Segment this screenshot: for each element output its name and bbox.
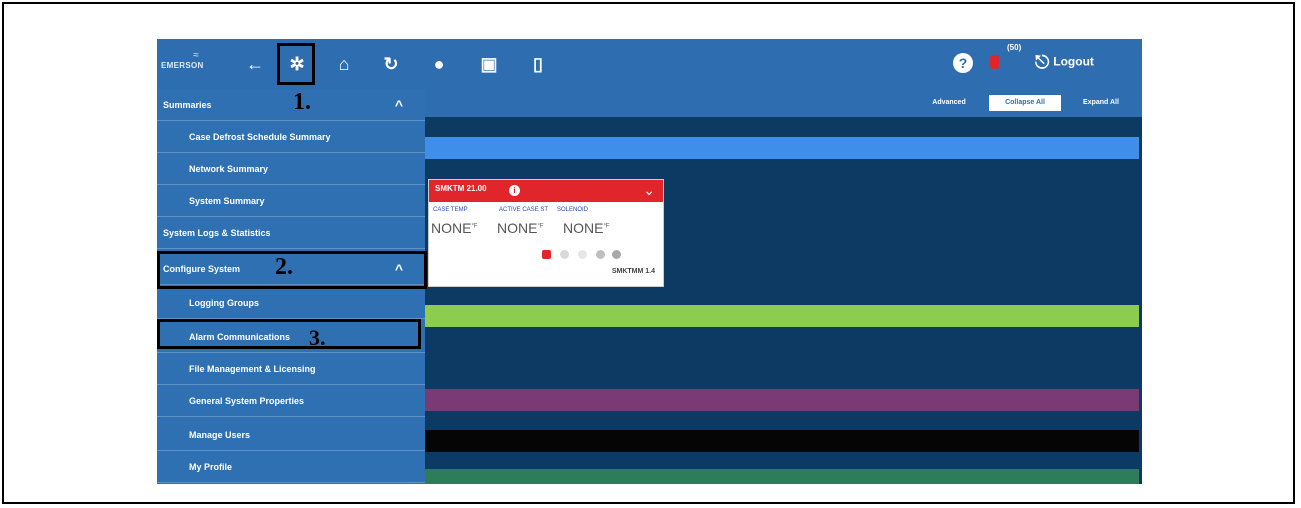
logo-text: EMERSON: [161, 61, 204, 70]
active-case-label: ACTIVE CASE ST: [499, 207, 549, 213]
logout-icon: ⎋: [1035, 52, 1050, 72]
chevron-down-icon[interactable]: ⌄: [643, 182, 655, 199]
help-icon[interactable]: ?: [953, 53, 973, 73]
sidebar-item-label: System Summary: [189, 196, 265, 206]
controller-card[interactable]: SMKTM 21.00 i ⌄ CASE TEMP ACTIVE CASE ST…: [428, 179, 664, 287]
case-temp-value-text: NONE: [431, 220, 472, 236]
solenoid-value: NONE°F: [563, 220, 610, 236]
calendar-icon[interactable]: ▣: [478, 53, 500, 75]
logo-mark-icon: ≈: [193, 50, 199, 61]
status-strip-teal: [425, 469, 1139, 484]
solenoid-value-text: NONE: [563, 220, 604, 236]
alarm-count: (50): [1007, 43, 1022, 52]
card-header: SMKTM 21.00 i ⌄: [429, 180, 663, 202]
card-id: SMKTMM 1.4: [611, 268, 655, 275]
unit: °F: [603, 223, 610, 230]
advanced-button[interactable]: Advanced: [913, 95, 985, 111]
top-bar: ≈ EMERSON ← ✲ ⌂ ↻ ● ▣ ▯ ? (50) ⎋ Logout: [157, 39, 1142, 89]
status-strip-black: [425, 430, 1139, 452]
back-icon[interactable]: ←: [244, 53, 266, 75]
sidebar-item-summaries[interactable]: Summaries ^: [157, 89, 425, 121]
logout-label: Logout: [1053, 54, 1094, 69]
alarm-bell-icon[interactable]: [542, 250, 551, 259]
sidebar-item-system-summary[interactable]: System Summary: [157, 185, 425, 217]
main-toolbar: Advanced Collapse All Expand All: [425, 89, 1142, 117]
app-window: ≈ EMERSON ← ✲ ⌂ ↻ ● ▣ ▯ ? (50) ⎋ Logout S…: [157, 39, 1142, 484]
sidebar-item-manage-users[interactable]: Manage Users: [157, 419, 425, 451]
collapse-all-button[interactable]: Collapse All: [989, 95, 1061, 111]
sidebar-item-system-logs[interactable]: System Logs & Statistics: [157, 217, 425, 249]
expand-all-button[interactable]: Expand All: [1065, 95, 1137, 111]
active-case-value: NONE°F: [497, 220, 544, 236]
case-temp-label: CASE TEMP: [433, 207, 468, 213]
status-strip-blue: [425, 137, 1139, 159]
sidebar-item-file-management[interactable]: File Management & Licensing: [157, 353, 425, 385]
annotation-step-2: 2.: [275, 254, 293, 280]
map-icon[interactable]: ▯: [527, 53, 549, 75]
fan-icon[interactable]: [596, 250, 605, 259]
sidebar-item-label: Case Defrost Schedule Summary: [189, 132, 331, 142]
case-temp-value: NONE°F: [431, 220, 478, 236]
home-icon[interactable]: ⌂: [333, 53, 355, 75]
sidebar-item-label: Summaries: [163, 100, 212, 110]
annotation-step-3: 3.: [309, 325, 326, 350]
solenoid-label: SOLENOID: [557, 207, 589, 213]
status-strip-green: [425, 305, 1139, 327]
unit: °F: [537, 223, 544, 230]
chevron-up-icon: ^: [394, 97, 403, 113]
sidebar-item-logging-groups[interactable]: Logging Groups: [157, 287, 425, 319]
sidebar-item-general-properties[interactable]: General System Properties: [157, 385, 425, 417]
sidebar-item-label: My Profile: [189, 462, 233, 472]
logout-button[interactable]: ⎋ Logout: [1035, 52, 1094, 73]
sidebar-item-label: General System Properties: [189, 396, 305, 406]
sidebar-item-label: Logging Groups: [189, 298, 259, 308]
sidebar-item-label: Network Summary: [189, 164, 269, 174]
alarm-communications-highlight: [157, 319, 421, 349]
sidebar: Summaries ^ Case Defrost Schedule Summar…: [157, 89, 427, 484]
info-icon[interactable]: i: [509, 185, 520, 196]
status-strip-purple: [425, 389, 1139, 411]
sidebar-item-label: File Management & Licensing: [189, 364, 316, 374]
refresh-icon[interactable]: ↻: [380, 53, 402, 75]
sidebar-item-case-defrost[interactable]: Case Defrost Schedule Summary: [157, 121, 425, 153]
alarm-bell-icon[interactable]: [990, 55, 999, 69]
settings-icon[interactable]: [612, 250, 621, 259]
globe-icon[interactable]: ●: [428, 53, 450, 75]
sidebar-item-my-profile[interactable]: My Profile: [157, 451, 425, 483]
settings-icon[interactable]: ✲: [286, 53, 308, 75]
active-case-value-text: NONE: [497, 220, 538, 236]
card-title: SMKTM 21.00: [435, 184, 487, 193]
play-icon[interactable]: [578, 250, 587, 259]
sidebar-item-label: System Logs & Statistics: [163, 228, 271, 238]
emerson-logo: ≈ EMERSON: [161, 51, 231, 79]
snowflake-icon[interactable]: [560, 250, 569, 259]
annotation-step-1: 1.: [293, 89, 311, 115]
sidebar-item-label: Manage Users: [189, 430, 251, 440]
sidebar-item-network-summary[interactable]: Network Summary: [157, 153, 425, 185]
unit: °F: [471, 223, 478, 230]
